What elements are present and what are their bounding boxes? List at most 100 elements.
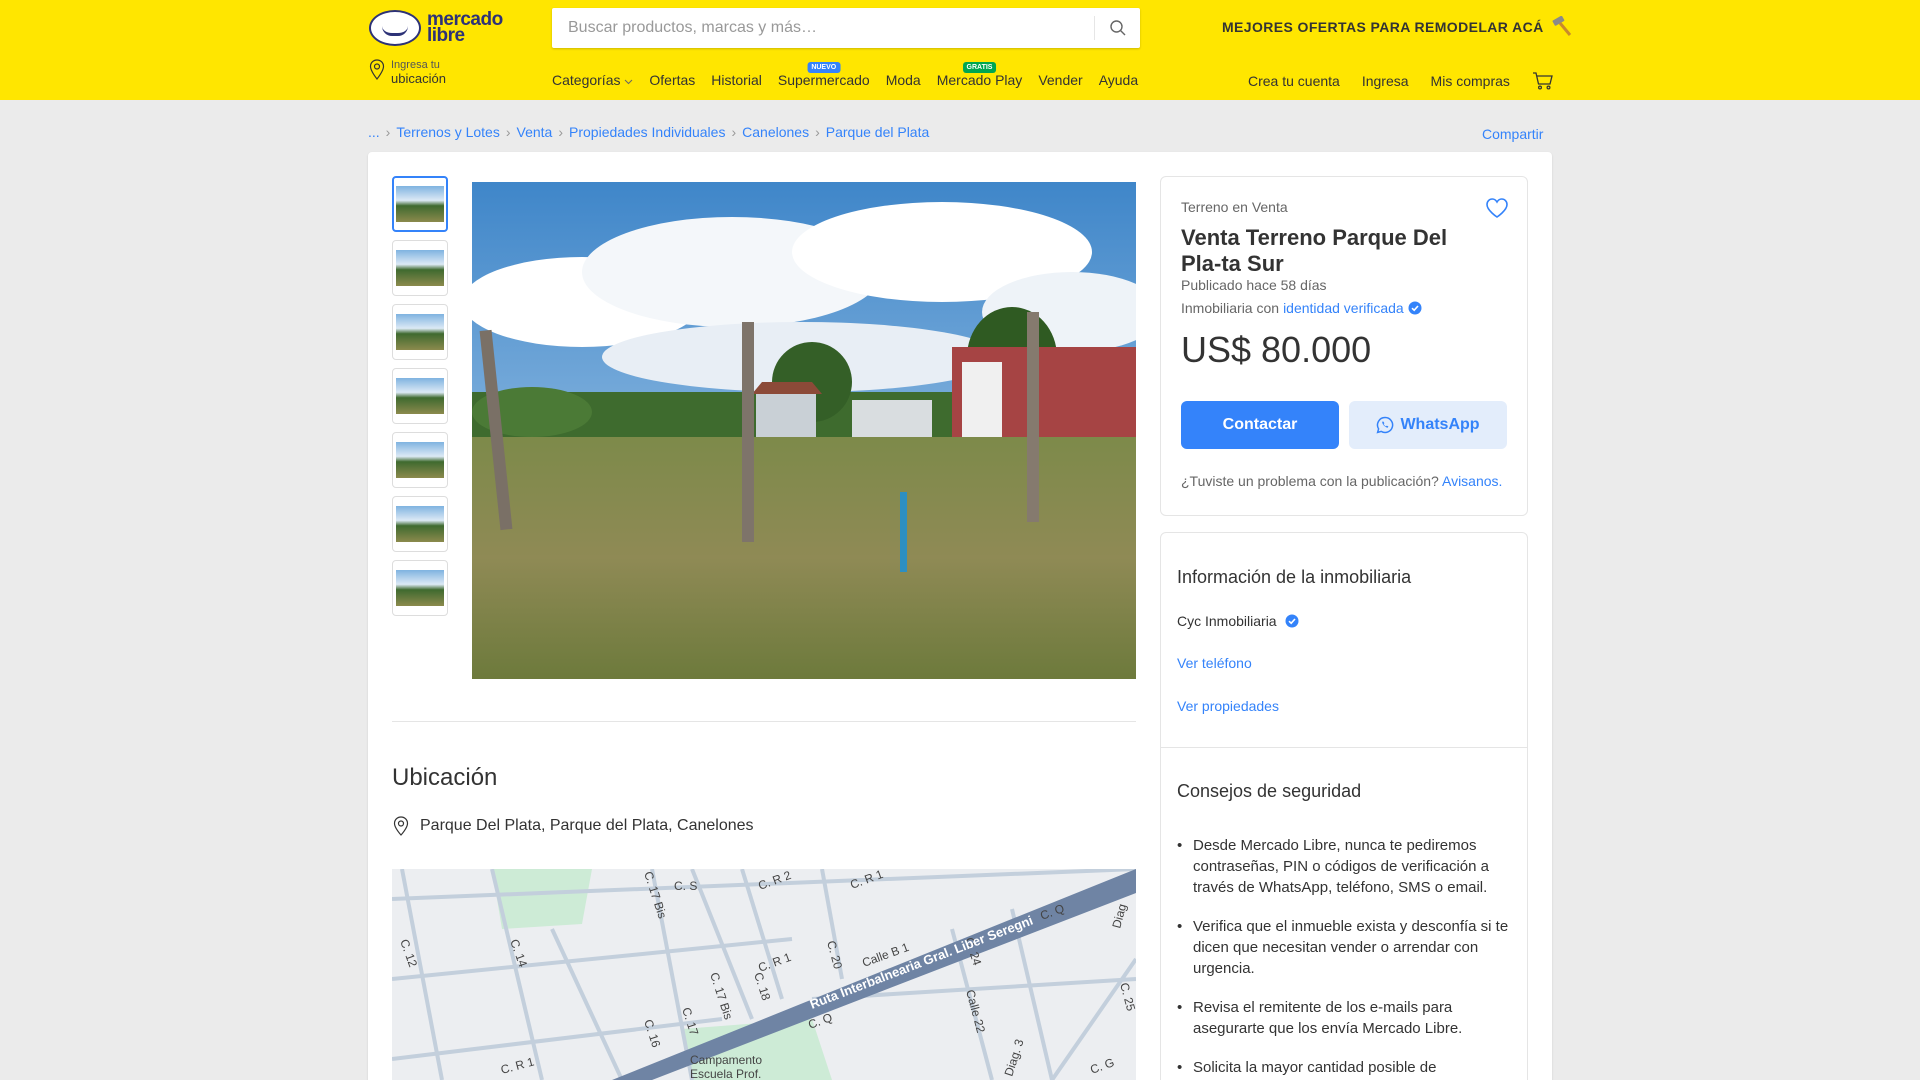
whatsapp-button[interactable]: WhatsApp	[1349, 401, 1507, 449]
mercadolibre-logo[interactable]: mercado libre	[369, 10, 503, 46]
user-nav: Crea tu cuenta Ingresa Mis compras	[1248, 72, 1554, 90]
thumbnail[interactable]	[392, 432, 448, 488]
nav-categorias-label: Categorías	[552, 72, 621, 88]
nuevo-badge: NUEVO	[807, 62, 841, 73]
contact-button[interactable]: Contactar	[1181, 401, 1339, 449]
report-problem: ¿Tuviste un problema con la publicación?…	[1181, 473, 1502, 489]
whatsapp-label: WhatsApp	[1400, 416, 1480, 433]
chevron-right-icon: ›	[558, 124, 564, 140]
thumbnail-image	[396, 442, 444, 478]
nav-ayuda[interactable]: Ayuda	[1099, 72, 1138, 88]
breadcrumb-item[interactable]: Venta	[517, 124, 553, 140]
address-text: Parque Del Plata, Parque del Plata, Cane…	[420, 817, 754, 834]
chevron-down-icon	[625, 79, 633, 85]
thumbnail-image	[396, 186, 444, 222]
thumbnail[interactable]	[392, 560, 448, 616]
share-link[interactable]: Compartir	[1482, 126, 1543, 142]
my-purchases-link[interactable]: Mis compras	[1431, 73, 1510, 89]
login-link[interactable]: Ingresa	[1362, 73, 1409, 89]
logo-text: mercado libre	[427, 10, 503, 46]
breadcrumb-item[interactable]: Terrenos y Lotes	[396, 124, 500, 140]
breadcrumb-ellipsis[interactable]: ...	[368, 124, 380, 140]
safety-tip: Verifica que el inmueble exista y descon…	[1177, 916, 1513, 979]
location-selector[interactable]: Ingresa tu ubicación	[369, 59, 446, 87]
verified-icon	[1408, 301, 1422, 315]
listing-price: US$ 80.000	[1181, 329, 1372, 370]
whatsapp-icon	[1376, 416, 1394, 434]
agency-info-box: Información de la inmobiliaria Cyc Inmob…	[1160, 532, 1528, 1080]
chevron-right-icon: ›	[385, 124, 391, 140]
report-problem-text: ¿Tuviste un problema con la publicación?	[1181, 473, 1439, 489]
location-label-small: Ingresa tu	[391, 59, 440, 71]
breadcrumb-item[interactable]: Canelones	[742, 124, 809, 140]
header: mercado libre MEJORES OFERTAS PARA REMOD…	[0, 0, 1920, 100]
street-map: C. 12 C. 14 C. 17 Bis C. S C. R 2 C. R 1…	[392, 869, 1136, 1080]
breadcrumb: ... › Terrenos y Lotes › Venta › Propied…	[368, 124, 929, 140]
heart-icon	[1486, 198, 1508, 218]
cart-icon[interactable]	[1532, 72, 1554, 90]
agency-prefix: Inmobiliaria con	[1181, 300, 1280, 316]
nav-historial[interactable]: Historial	[711, 72, 762, 88]
nav-vender[interactable]: Vender	[1038, 72, 1082, 88]
logo-line2: libre	[427, 25, 465, 46]
agency-name-text: Cyc Inmobiliaria	[1177, 613, 1277, 629]
nav-supermercado-label: Supermercado	[777, 72, 870, 88]
thumbnail-image	[396, 250, 444, 286]
thumbnail-gallery	[392, 176, 448, 616]
thumbnail-image	[396, 506, 444, 542]
nav-mercado-play-label: Mercado Play	[936, 72, 1023, 88]
verified-identity-link[interactable]: identidad verificada	[1283, 300, 1404, 316]
gratis-badge: GRATIS	[962, 62, 997, 73]
view-phone-link[interactable]: Ver teléfono	[1177, 655, 1252, 671]
land-photo	[472, 182, 1136, 679]
map-label: C. S	[674, 879, 697, 893]
create-account-link[interactable]: Crea tu cuenta	[1248, 73, 1340, 89]
search-button[interactable]	[1094, 16, 1140, 40]
breadcrumb-item[interactable]: Parque del Plata	[826, 124, 930, 140]
thumbnail[interactable]	[392, 496, 448, 552]
chevron-right-icon: ›	[731, 124, 737, 140]
chevron-right-icon: ›	[505, 124, 511, 140]
search-input[interactable]	[552, 8, 1092, 48]
section-divider	[1161, 747, 1527, 748]
safety-tips-title: Consejos de seguridad	[1177, 781, 1362, 801]
main-photo[interactable]	[472, 182, 1136, 679]
nav-categorias[interactable]: Categorías	[552, 72, 633, 88]
view-properties-link[interactable]: Ver propiedades	[1177, 698, 1279, 714]
thumbnail-image	[396, 314, 444, 350]
map-label: Escuela Prof.	[690, 1067, 761, 1080]
agency-name[interactable]: Cyc Inmobiliaria	[1177, 613, 1299, 629]
safety-tip: Solicita la mayor cantidad posible de	[1177, 1057, 1513, 1078]
map-label: Campamento	[690, 1053, 762, 1067]
thumbnail[interactable]	[392, 304, 448, 360]
thumbnail[interactable]	[392, 368, 448, 424]
nav-supermercado[interactable]: NUEVO Supermercado	[777, 62, 870, 88]
search-bar	[552, 8, 1140, 48]
published-date: Publicado hace 58 días	[1181, 277, 1327, 293]
promo-banner[interactable]: MEJORES OFERTAS PARA REMODELAR ACÁ	[1222, 16, 1574, 38]
main-nav: Categorías Ofertas Historial NUEVO Super…	[552, 62, 1138, 88]
verified-icon	[1285, 614, 1299, 628]
location-map[interactable]: C. 12 C. 14 C. 17 Bis C. S C. R 2 C. R 1…	[392, 869, 1136, 1080]
safety-tip: Revisa el remitente de los e-mails para …	[1177, 997, 1513, 1039]
thumbnail[interactable]	[392, 240, 448, 296]
thumbnail-image	[396, 570, 444, 606]
report-link[interactable]: Avisanos.	[1442, 473, 1502, 489]
favorite-button[interactable]	[1485, 197, 1509, 224]
nav-mercado-play[interactable]: GRATIS Mercado Play	[936, 62, 1023, 88]
location-pin-icon	[369, 59, 385, 80]
location-address: Parque Del Plata, Parque del Plata, Cane…	[392, 816, 754, 836]
nav-ofertas[interactable]: Ofertas	[649, 72, 695, 88]
agency-info-title: Información de la inmobiliaria	[1177, 567, 1412, 587]
thumbnail[interactable]	[392, 176, 448, 232]
search-icon	[1109, 20, 1125, 36]
nav-moda[interactable]: Moda	[886, 72, 921, 88]
listing-title: Venta Terreno Parque Del Pla-ta Sur	[1181, 225, 1448, 276]
location-section-title: Ubicación	[392, 764, 498, 791]
section-divider	[392, 721, 1136, 722]
safety-tips-list: Desde Mercado Libre, nunca te pediremos …	[1177, 835, 1513, 1080]
thumbnail-image	[396, 378, 444, 414]
breadcrumb-item[interactable]: Propiedades Individuales	[569, 124, 725, 140]
promo-text: MEJORES OFERTAS PARA REMODELAR ACÁ	[1222, 19, 1544, 35]
location-label: ubicación	[391, 71, 446, 86]
